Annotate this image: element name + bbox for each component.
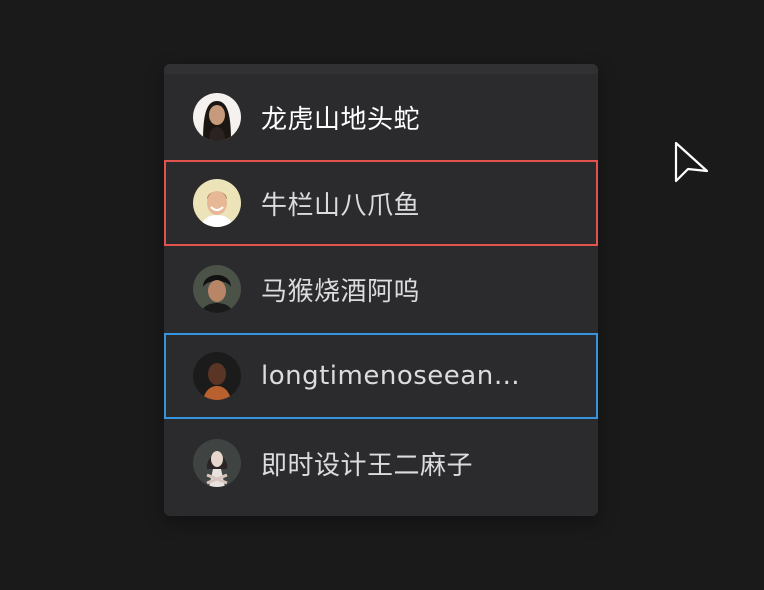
avatar [193,352,241,400]
panel-header-strip [164,64,598,74]
user-list-item[interactable]: 龙虎山地头蛇 [164,74,598,160]
user-list-item-hovered[interactable]: 牛栏山八爪鱼 [164,160,598,246]
user-list-dropdown: 龙虎山地头蛇 牛栏山八爪鱼 马猴烧酒阿呜 longtimenoseean… 即时… [164,64,598,516]
avatar [193,439,241,487]
user-name: 马猴烧酒阿呜 [261,276,421,307]
user-name: 即时设计王二麻子 [261,450,474,481]
user-name: 牛栏山八爪鱼 [261,190,421,221]
user-name: 龙虎山地头蛇 [261,104,421,135]
user-list-item[interactable]: 马猴烧酒阿呜 [164,246,598,332]
user-list-item-selected[interactable]: longtimenoseean… [164,333,598,419]
avatar [193,265,241,313]
canvas: 龙虎山地头蛇 牛栏山八爪鱼 马猴烧酒阿呜 longtimenoseean… 即时… [0,0,764,590]
avatar [193,179,241,227]
avatar [193,93,241,141]
mouse-pointer-icon [674,141,710,189]
user-list-item[interactable]: 即时设计王二麻子 [164,420,598,506]
user-name: longtimenoseean… [261,361,521,391]
